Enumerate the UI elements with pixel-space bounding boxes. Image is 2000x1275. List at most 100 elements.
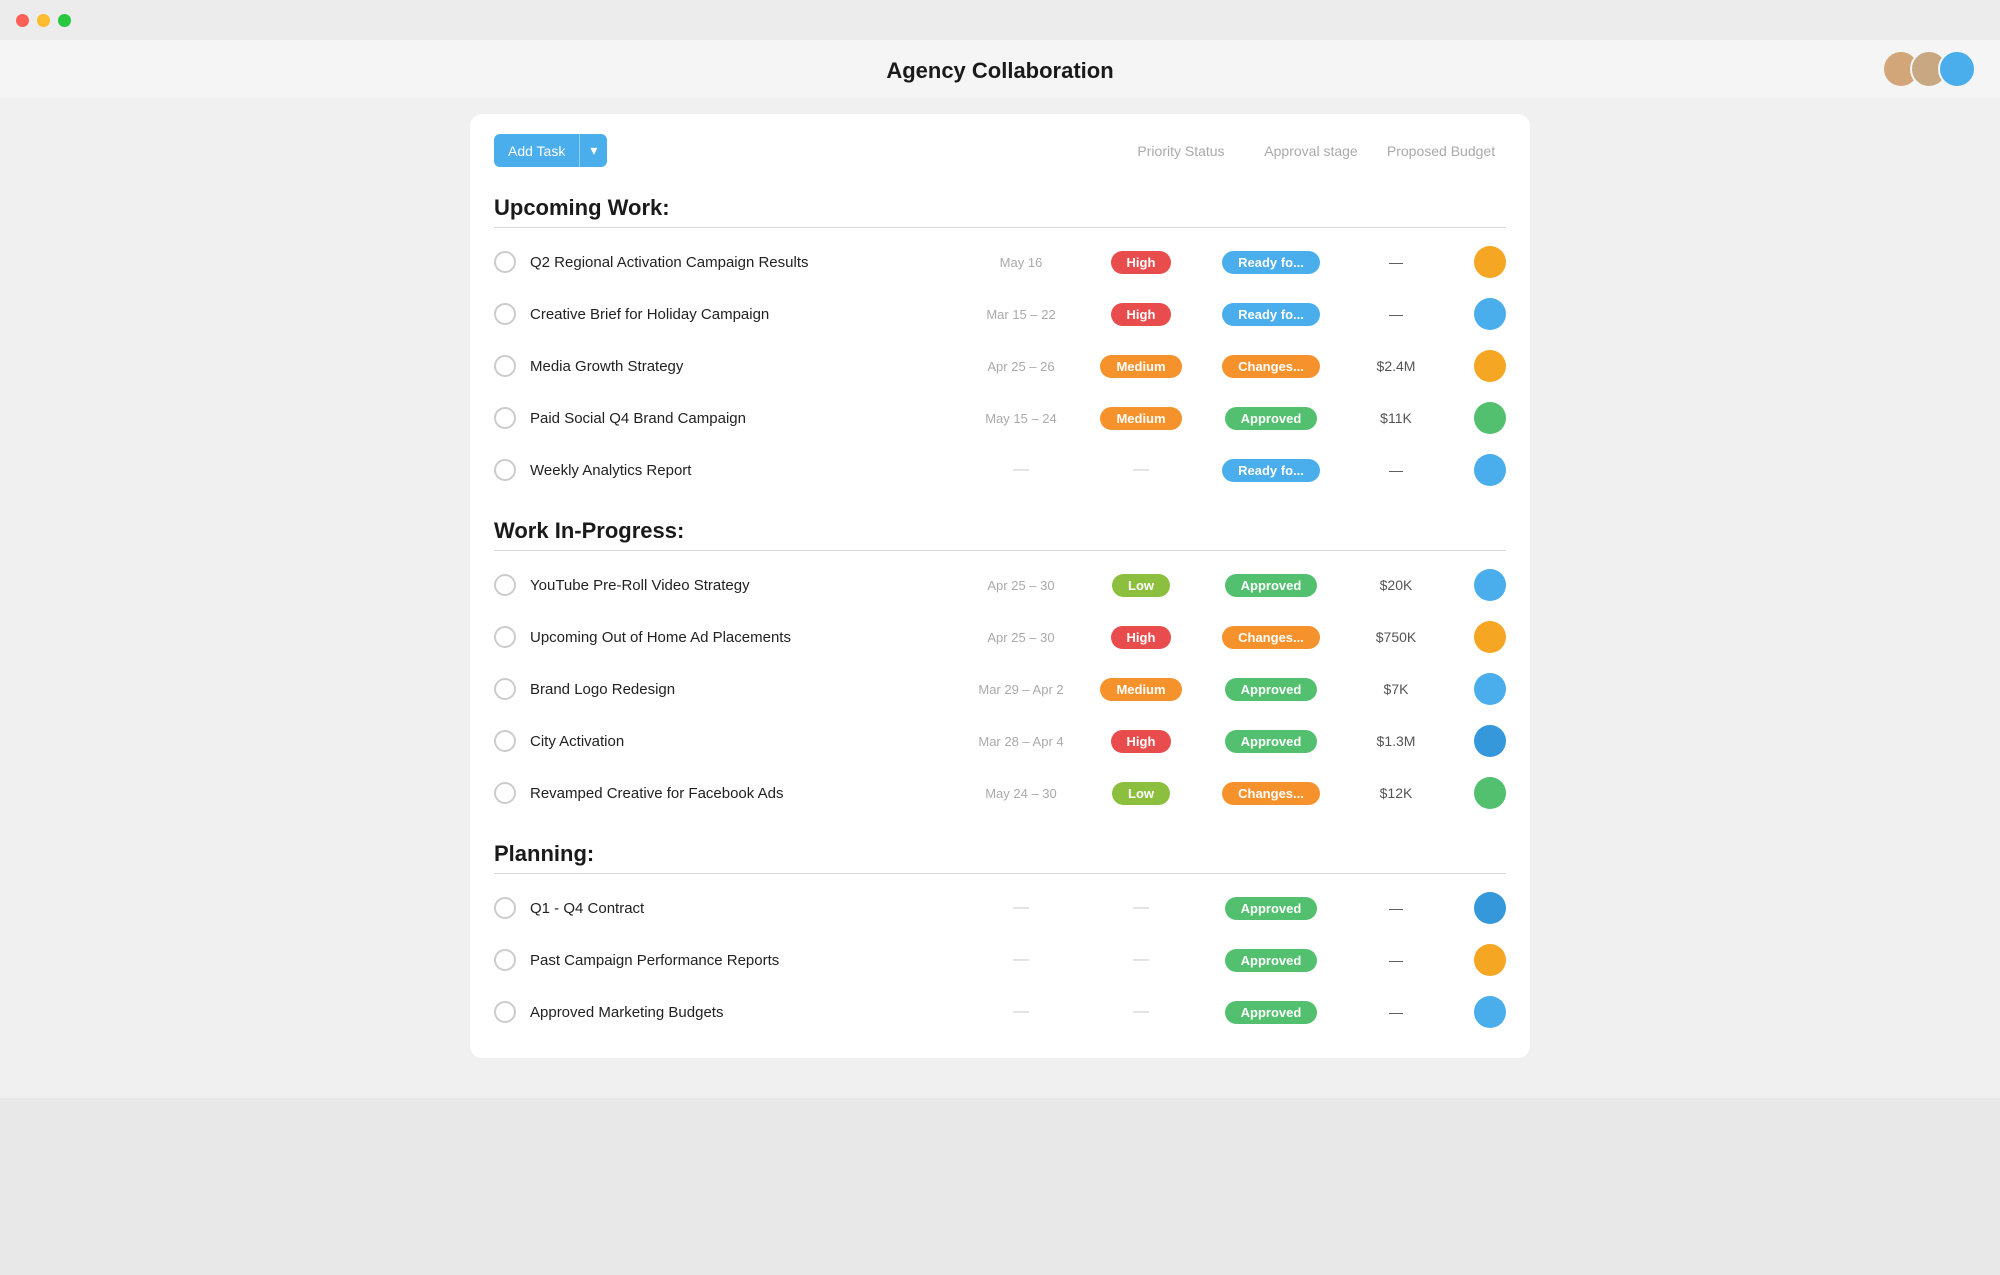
avatar [1474, 350, 1506, 382]
priority-badge: Low [1112, 574, 1170, 597]
avatar [1474, 298, 1506, 330]
priority-badge: High [1111, 626, 1172, 649]
task-approval: Ready fo... [1206, 303, 1336, 326]
task-checkbox[interactable] [494, 574, 516, 596]
task-approval: Approved [1206, 730, 1336, 753]
add-task-dropdown-arrow[interactable]: ▾ [579, 134, 607, 167]
task-row: Media Growth StrategyApr 25 – 26MediumCh… [494, 340, 1506, 392]
approval-badge: Approved [1225, 678, 1318, 701]
task-budget: $7K [1336, 681, 1456, 697]
task-row: Paid Social Q4 Brand CampaignMay 15 – 24… [494, 392, 1506, 444]
section-inprogress: Work In-Progress:YouTube Pre-Roll Video … [494, 510, 1506, 819]
avatar [1474, 777, 1506, 809]
section-title-upcoming: Upcoming Work: [494, 187, 1506, 227]
section-title-planning: Planning: [494, 833, 1506, 873]
task-priority: High [1076, 730, 1206, 753]
priority-badge: High [1111, 303, 1172, 326]
section-divider-upcoming [494, 227, 1506, 228]
task-checkbox[interactable] [494, 355, 516, 377]
task-priority: — [1076, 1003, 1206, 1021]
task-date: Apr 25 – 26 [966, 359, 1076, 374]
section-divider-inprogress [494, 550, 1506, 551]
task-approval: Approved [1206, 574, 1336, 597]
priority-badge: Medium [1100, 678, 1181, 701]
task-budget: — [1336, 306, 1456, 322]
task-priority: — [1076, 899, 1206, 917]
task-name: YouTube Pre-Roll Video Strategy [530, 577, 966, 594]
task-row: Creative Brief for Holiday CampaignMar 1… [494, 288, 1506, 340]
task-budget: $11K [1336, 410, 1456, 426]
section-divider-planning [494, 873, 1506, 874]
priority-badge: Medium [1100, 407, 1181, 430]
task-approval: Changes... [1206, 782, 1336, 805]
task-budget: — [1336, 900, 1456, 916]
task-priority: Medium [1076, 678, 1206, 701]
task-date: — [966, 899, 1076, 917]
task-row: Approved Marketing Budgets——Approved— [494, 986, 1506, 1038]
col-header-budget: Proposed Budget [1376, 143, 1506, 159]
task-avatar [1456, 725, 1506, 757]
task-checkbox[interactable] [494, 459, 516, 481]
task-checkbox[interactable] [494, 678, 516, 700]
approval-badge: Changes... [1222, 355, 1320, 378]
task-checkbox[interactable] [494, 897, 516, 919]
approval-badge: Ready fo... [1222, 459, 1320, 482]
task-checkbox[interactable] [494, 782, 516, 804]
task-checkbox[interactable] [494, 949, 516, 971]
avatar [1474, 673, 1506, 705]
section-planning: Planning: Q1 - Q4 Contract——Approved—Past… [494, 833, 1506, 1038]
approval-badge: Changes... [1222, 782, 1320, 805]
task-checkbox[interactable] [494, 626, 516, 648]
task-approval: Ready fo... [1206, 459, 1336, 482]
task-name: Q2 Regional Activation Campaign Results [530, 254, 966, 271]
traffic-light-green[interactable] [58, 14, 71, 27]
title-bar [0, 0, 2000, 40]
task-budget: $2.4M [1336, 358, 1456, 374]
task-avatar [1456, 246, 1506, 278]
task-priority: Medium [1076, 407, 1206, 430]
task-name: Approved Marketing Budgets [530, 1004, 966, 1021]
task-date: — [966, 461, 1076, 479]
user-avatars [1882, 50, 1976, 88]
approval-badge: Ready fo... [1222, 251, 1320, 274]
task-name: Weekly Analytics Report [530, 462, 966, 479]
task-avatar [1456, 402, 1506, 434]
task-date: Mar 29 – Apr 2 [966, 682, 1076, 697]
column-headers: Priority Status Approval stage Proposed … [1116, 143, 1506, 159]
task-approval: Approved [1206, 678, 1336, 701]
avatar [1474, 454, 1506, 486]
col-header-approval: Approval stage [1246, 143, 1376, 159]
priority-badge: Low [1112, 782, 1170, 805]
task-date: — [966, 951, 1076, 969]
task-budget: $20K [1336, 577, 1456, 593]
avatar [1474, 944, 1506, 976]
approval-badge: Approved [1225, 730, 1318, 753]
task-approval: Approved [1206, 407, 1336, 430]
task-row: Upcoming Out of Home Ad PlacementsApr 25… [494, 611, 1506, 663]
avatar [1474, 892, 1506, 924]
task-approval: Changes... [1206, 626, 1336, 649]
task-budget: $12K [1336, 785, 1456, 801]
traffic-light-red[interactable] [16, 14, 29, 27]
task-checkbox[interactable] [494, 251, 516, 273]
toolbar: Add Task ▾ Priority Status Approval stag… [494, 134, 1506, 167]
task-checkbox[interactable] [494, 1001, 516, 1023]
traffic-light-yellow[interactable] [37, 14, 50, 27]
task-approval: Ready fo... [1206, 251, 1336, 274]
page-title: Agency Collaboration [886, 58, 1113, 84]
task-checkbox[interactable] [494, 303, 516, 325]
task-date: May 24 – 30 [966, 786, 1076, 801]
avatar [1474, 402, 1506, 434]
task-row: Q2 Regional Activation Campaign ResultsM… [494, 236, 1506, 288]
task-checkbox[interactable] [494, 407, 516, 429]
task-row: Q1 - Q4 Contract——Approved— [494, 882, 1506, 934]
task-budget: $1.3M [1336, 733, 1456, 749]
task-approval: Approved [1206, 897, 1336, 920]
task-name: Brand Logo Redesign [530, 681, 966, 698]
task-approval: Changes... [1206, 355, 1336, 378]
add-task-button[interactable]: Add Task ▾ [494, 134, 607, 167]
task-row: Past Campaign Performance Reports——Appro… [494, 934, 1506, 986]
avatar [1474, 246, 1506, 278]
task-avatar [1456, 673, 1506, 705]
task-checkbox[interactable] [494, 730, 516, 752]
